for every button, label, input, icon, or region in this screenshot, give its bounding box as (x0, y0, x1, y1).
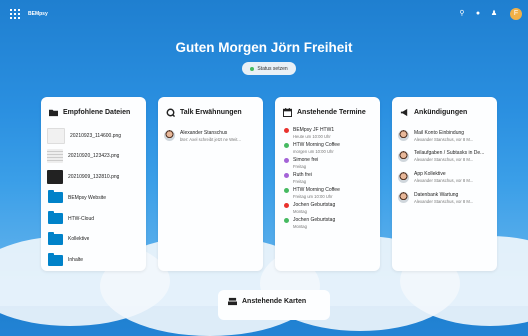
announcement-item[interactable]: Teilaufgaben / Subtasks in De... Alexande… (398, 149, 493, 164)
top-bar: BEMpsy ⚲ ● ♟ F (0, 0, 528, 30)
talk-mentions-panel: Talk Erwähnungen Alexander Stanschus bte… (158, 97, 263, 271)
upcoming-cards-panel: Anstehende Karten (218, 290, 330, 320)
file-item[interactable]: 20210923_114600.png (47, 127, 142, 144)
event-item[interactable]: BEMpsy JF HTW1 Heute um 10:00 Uhr (283, 127, 376, 139)
user-avatar[interactable]: F (510, 8, 522, 20)
calendar-color-dot (284, 128, 289, 133)
avatar (398, 171, 409, 183)
panel-title: Empfohlene Dateien (63, 109, 131, 116)
avatar (398, 192, 409, 204)
panel-title: Talk Erwähnungen (180, 109, 242, 116)
calendar-color-dot (284, 158, 289, 163)
event-item[interactable]: HTW Morning Coffee Freitag um 10:00 Uhr (283, 187, 376, 199)
event-item[interactable]: Simone frei Freitag (283, 157, 376, 169)
calendar-color-dot (284, 173, 289, 178)
folder-item[interactable]: Kollektive (47, 231, 142, 247)
calendar-color-dot (284, 203, 289, 208)
deck-icon (228, 297, 237, 306)
bell-icon[interactable]: ● (474, 10, 482, 18)
folder-item[interactable]: BEMpsy Website (47, 190, 142, 205)
calendar-color-dot (284, 188, 289, 193)
logo[interactable]: BEMpsy (28, 11, 48, 17)
talk-icon (166, 108, 175, 117)
folder-icon (48, 190, 63, 204)
avatar (164, 130, 175, 141)
panel-title: Ankündigungen (414, 109, 468, 116)
calendar-color-dot (284, 218, 289, 223)
status-label: Status setzen (257, 65, 288, 72)
apps-menu-icon[interactable] (10, 9, 20, 19)
event-item[interactable]: Jochen Geburtstag Montag (283, 217, 376, 229)
image-thumbnail (47, 170, 63, 185)
announcement-item[interactable]: Mail Konto Einbindung Alexander Stanschus… (398, 128, 493, 143)
recommended-files-panel: Empfohlene Dateien 20210923_114600.png 2… (41, 97, 146, 271)
upcoming-events-panel: Anstehende Termine BEMpsy JF HTW1 Heute u… (275, 97, 380, 271)
file-item[interactable]: 20210909_132810.png (47, 170, 142, 185)
greeting-title: Guten Morgen Jörn Freiheit (175, 40, 353, 55)
folder-item[interactable]: Inhalte (47, 252, 142, 268)
status-button[interactable]: Status setzen (242, 62, 296, 75)
avatar (398, 130, 409, 141)
announcement-item[interactable]: Datenbank Wartung Alexander Stanschus, vo… (398, 190, 493, 205)
folder-icon (48, 211, 63, 225)
image-thumbnail (47, 127, 65, 144)
megaphone-icon (400, 108, 408, 117)
mention-item[interactable]: Alexander Stanschus bter: Axel schreibt … (164, 128, 259, 143)
folder-item[interactable]: HTW-Cloud (47, 211, 142, 226)
folder-icon (49, 109, 58, 117)
calendar-color-dot (284, 143, 289, 148)
avatar (398, 150, 409, 162)
calendar-icon (283, 108, 292, 117)
contacts-icon[interactable]: ♟ (490, 10, 498, 18)
folder-icon (48, 252, 63, 266)
announcements-panel: Ankündigungen Mail Konto Einbindung Alexa… (392, 97, 497, 271)
image-thumbnail (47, 149, 63, 164)
panel-title: Anstehende Karten (242, 298, 307, 305)
panel-title: Anstehende Termine (297, 109, 366, 116)
announcement-item[interactable]: App Kollektive Alexander Stanschus, vor 8… (398, 170, 493, 185)
folder-icon (48, 231, 63, 245)
file-item[interactable]: 20210920_123423.png (47, 149, 142, 164)
status-dot-icon (250, 66, 255, 71)
event-item[interactable]: HTW Morning Coffee morgen um 10:00 Uhr (283, 142, 376, 154)
event-item[interactable]: Jochen Geburtstag Montag (283, 202, 376, 214)
event-item[interactable]: Ruth frei Freitag (283, 172, 376, 184)
search-icon[interactable]: ⚲ (458, 10, 466, 18)
